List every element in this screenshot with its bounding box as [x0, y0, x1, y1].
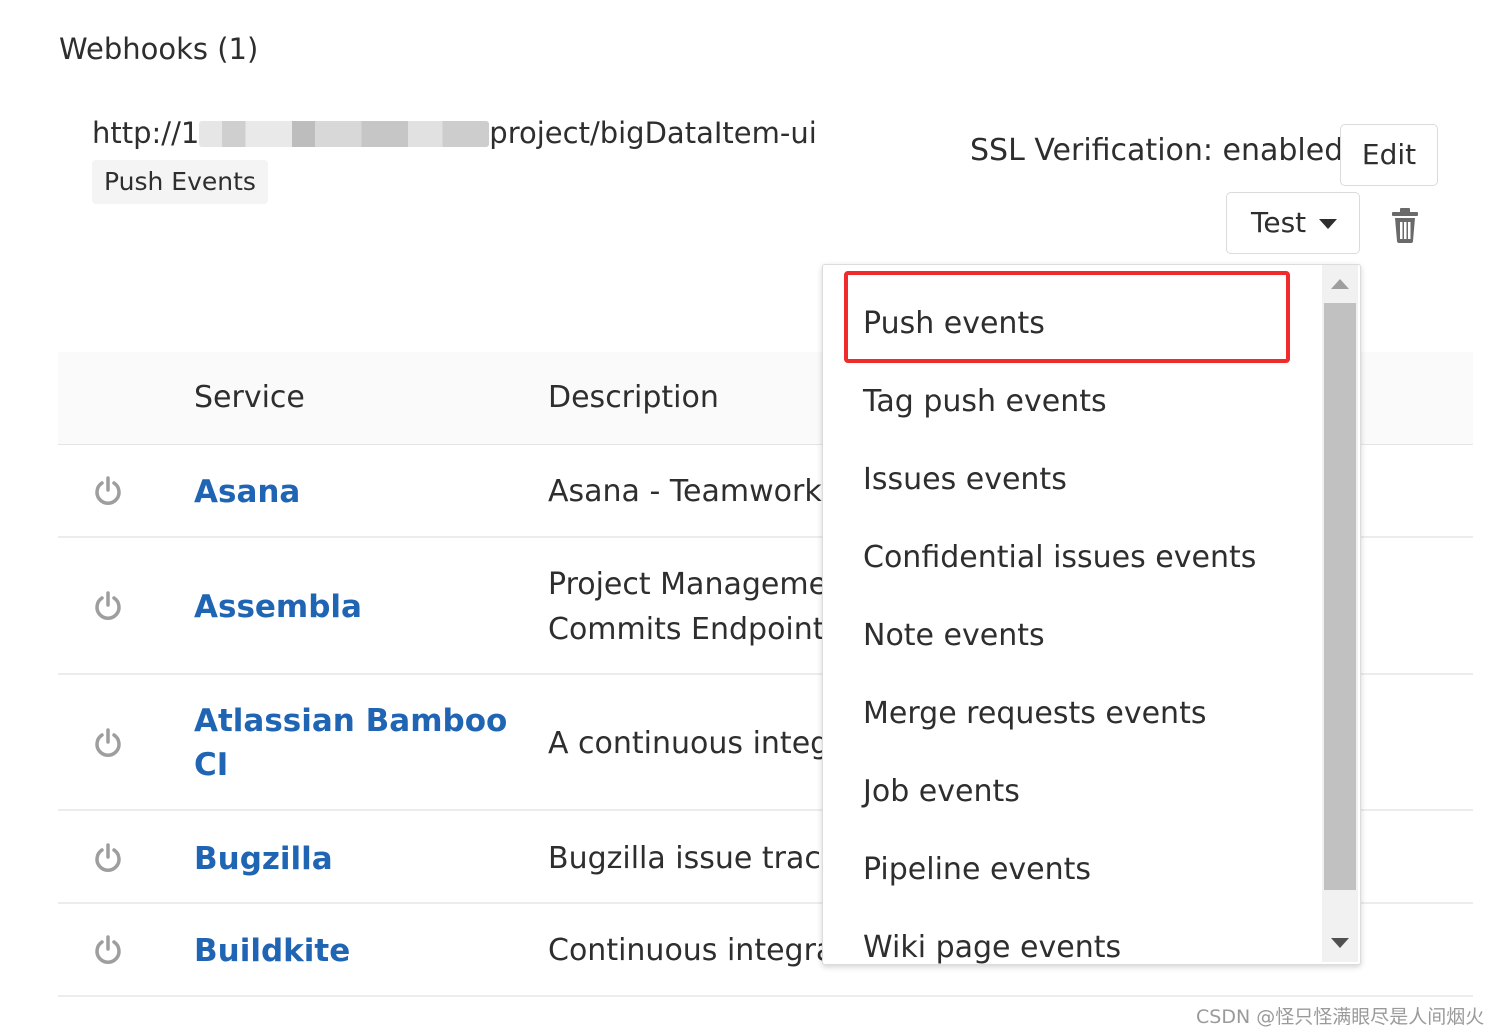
service-link[interactable]: Asana	[194, 470, 300, 514]
edit-button[interactable]: Edit	[1340, 124, 1438, 186]
service-description: A continuous integr	[548, 726, 838, 761]
menu-item-tag-push-events[interactable]: Tag push events	[863, 384, 1107, 419]
service-description: Continuous integrat	[548, 933, 838, 968]
service-description-line: Commits Endpoint)	[548, 612, 837, 647]
service-description: Bugzilla issue tracke	[548, 841, 838, 876]
scroll-up-arrow-icon[interactable]	[1331, 279, 1349, 289]
service-link[interactable]: Buildkite	[194, 929, 350, 973]
menu-item-wiki-page-events[interactable]: Wiki page events	[863, 930, 1121, 964]
power-icon	[95, 476, 121, 505]
webhook-url-prefix: http://1	[92, 116, 200, 150]
webhook-url: http://1 project/bigDataItem-ui	[92, 116, 817, 150]
menu-item-merge-requests-events[interactable]: Merge requests events	[863, 696, 1206, 731]
watermark: CSDN @怪只怪满眼尽是人间烟火	[1196, 1006, 1485, 1028]
test-events-dropdown-menu: Push events Tag push events Issues event…	[822, 264, 1361, 965]
trash-icon	[1392, 208, 1418, 243]
power-icon	[95, 935, 121, 964]
test-dropdown-button[interactable]: Test	[1226, 192, 1360, 254]
push-events-badge: Push Events	[92, 160, 268, 204]
caret-down-icon	[1319, 219, 1337, 229]
service-link-line[interactable]: Atlassian Bamboo	[194, 699, 507, 743]
service-description-line: Project Managemen	[548, 567, 838, 602]
menu-item-confidential-issues-events[interactable]: Confidential issues events	[863, 540, 1256, 575]
service-description: Asana - Teamwork w	[548, 474, 838, 509]
delete-button[interactable]	[1386, 205, 1424, 245]
service-link[interactable]: Assembla	[194, 585, 362, 629]
ssl-verification-status: SSL Verification: enabled	[970, 133, 1344, 168]
service-column-header: Service	[194, 380, 305, 415]
menu-item-job-events[interactable]: Job events	[863, 774, 1020, 809]
test-button-label: Test	[1251, 206, 1307, 239]
menu-item-pipeline-events[interactable]: Pipeline events	[863, 852, 1091, 887]
redacted-host-mask	[199, 121, 490, 147]
power-icon	[95, 728, 121, 757]
power-icon	[95, 843, 121, 872]
description-column-header: Description	[548, 380, 719, 415]
scroll-down-arrow-icon[interactable]	[1331, 938, 1349, 948]
service-link-line[interactable]: CI	[194, 743, 228, 787]
dropdown-scrollbar-thumb[interactable]	[1324, 303, 1356, 890]
webhooks-title: Webhooks (1)	[59, 32, 259, 66]
power-icon	[95, 591, 121, 620]
service-link[interactable]: Bugzilla	[194, 837, 333, 881]
menu-item-issues-events[interactable]: Issues events	[863, 462, 1067, 497]
push-events-highlight-annotation	[844, 271, 1290, 363]
menu-item-note-events[interactable]: Note events	[863, 618, 1045, 653]
webhook-url-suffix: project/bigDataItem-ui	[489, 116, 817, 150]
